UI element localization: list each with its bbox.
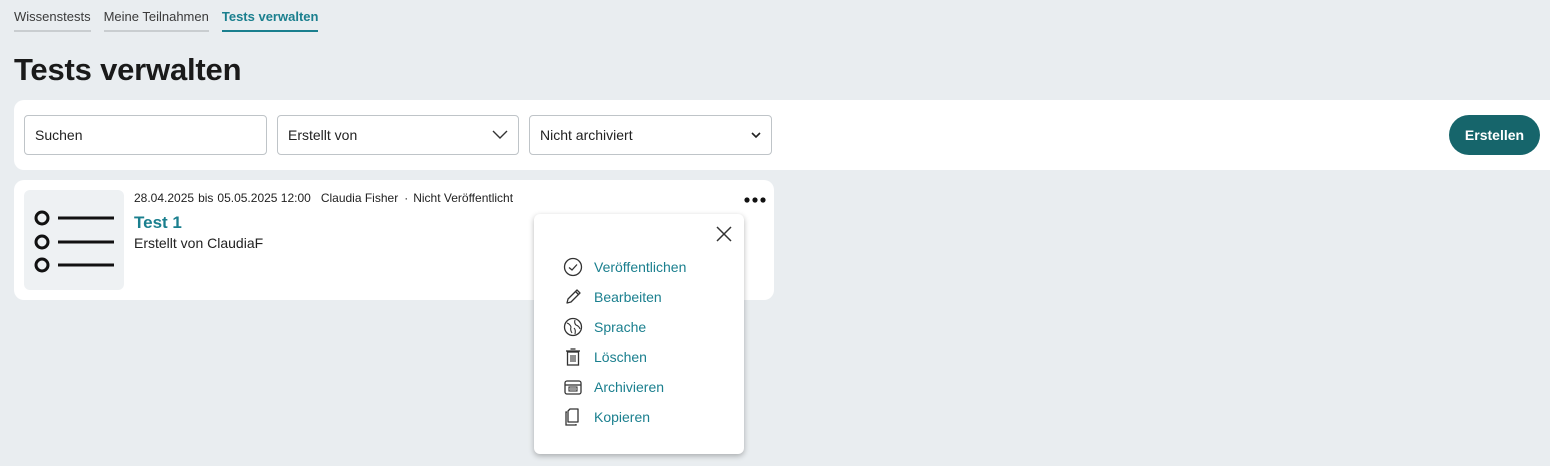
menu-item-label: Archivieren	[594, 379, 665, 395]
globe-icon	[562, 316, 584, 338]
filter-bar: Erstellt von Nicht archiviert Erstellen	[14, 100, 1550, 170]
more-options-icon[interactable]	[743, 192, 767, 208]
copy-icon	[562, 406, 584, 428]
publish-status: Nicht Veröffentlicht	[413, 191, 514, 205]
menu-item-publish[interactable]: Veröffentlichen	[562, 252, 686, 282]
list-icon	[34, 210, 114, 273]
search-input[interactable]	[24, 115, 267, 155]
test-title[interactable]: Test 1	[134, 213, 182, 233]
page-title: Tests verwalten	[14, 52, 242, 87]
menu-item-archive[interactable]: Archivieren	[562, 372, 686, 402]
end-date: 05.05.2025 12:00	[217, 191, 311, 205]
author: Claudia Fisher	[320, 191, 399, 205]
close-icon[interactable]	[714, 224, 734, 244]
meta-separator: ·	[404, 191, 409, 205]
menu-item-delete[interactable]: Löschen	[562, 342, 686, 372]
tab-tests-verwalten[interactable]: Tests verwalten	[221, 9, 319, 32]
menu-item-label: Löschen	[594, 349, 647, 365]
menu-item-label: Veröffentlichen	[594, 259, 687, 275]
until-label: bis	[198, 191, 214, 205]
archive-icon	[562, 376, 584, 398]
tab-meine-teilnahmen[interactable]: Meine Teilnahmen	[103, 9, 209, 32]
tab-wissenstests[interactable]: Wissenstests	[14, 9, 91, 32]
menu-item-label: Kopieren	[594, 409, 651, 425]
menu-item-label: Bearbeiten	[594, 289, 662, 305]
menu-item-copy[interactable]: Kopieren	[562, 402, 686, 432]
test-creator: Erstellt von ClaudiaF	[134, 235, 264, 251]
tab-bar: Wissenstests Meine Teilnahmen Tests verw…	[14, 9, 319, 32]
start-date: 28.04.2025	[134, 191, 195, 205]
archive-status-value: Nicht archiviert	[540, 127, 633, 143]
chevron-down-icon	[492, 130, 508, 139]
trash-icon	[562, 346, 584, 368]
create-button[interactable]: Erstellen	[1449, 115, 1540, 155]
menu-item-label: Sprache	[594, 319, 647, 335]
created-by-select[interactable]: Erstellt von	[277, 115, 519, 155]
created-by-label: Erstellt von	[288, 127, 358, 143]
menu-item-edit[interactable]: Bearbeiten	[562, 282, 686, 312]
test-thumbnail	[24, 190, 124, 290]
context-menu: Veröffentlichen Bearbeiten Sprache Lösch…	[534, 214, 744, 454]
test-meta: 28.04.2025 bis 05.05.2025 12:00 Claudia …	[134, 191, 517, 205]
menu-item-language[interactable]: Sprache	[562, 312, 686, 342]
archive-status-select[interactable]: Nicht archiviert	[529, 115, 772, 155]
chevron-down-icon	[751, 132, 761, 139]
context-menu-list: Veröffentlichen Bearbeiten Sprache Lösch…	[562, 252, 686, 432]
pencil-icon	[562, 286, 584, 308]
check-circle-icon	[562, 256, 584, 278]
